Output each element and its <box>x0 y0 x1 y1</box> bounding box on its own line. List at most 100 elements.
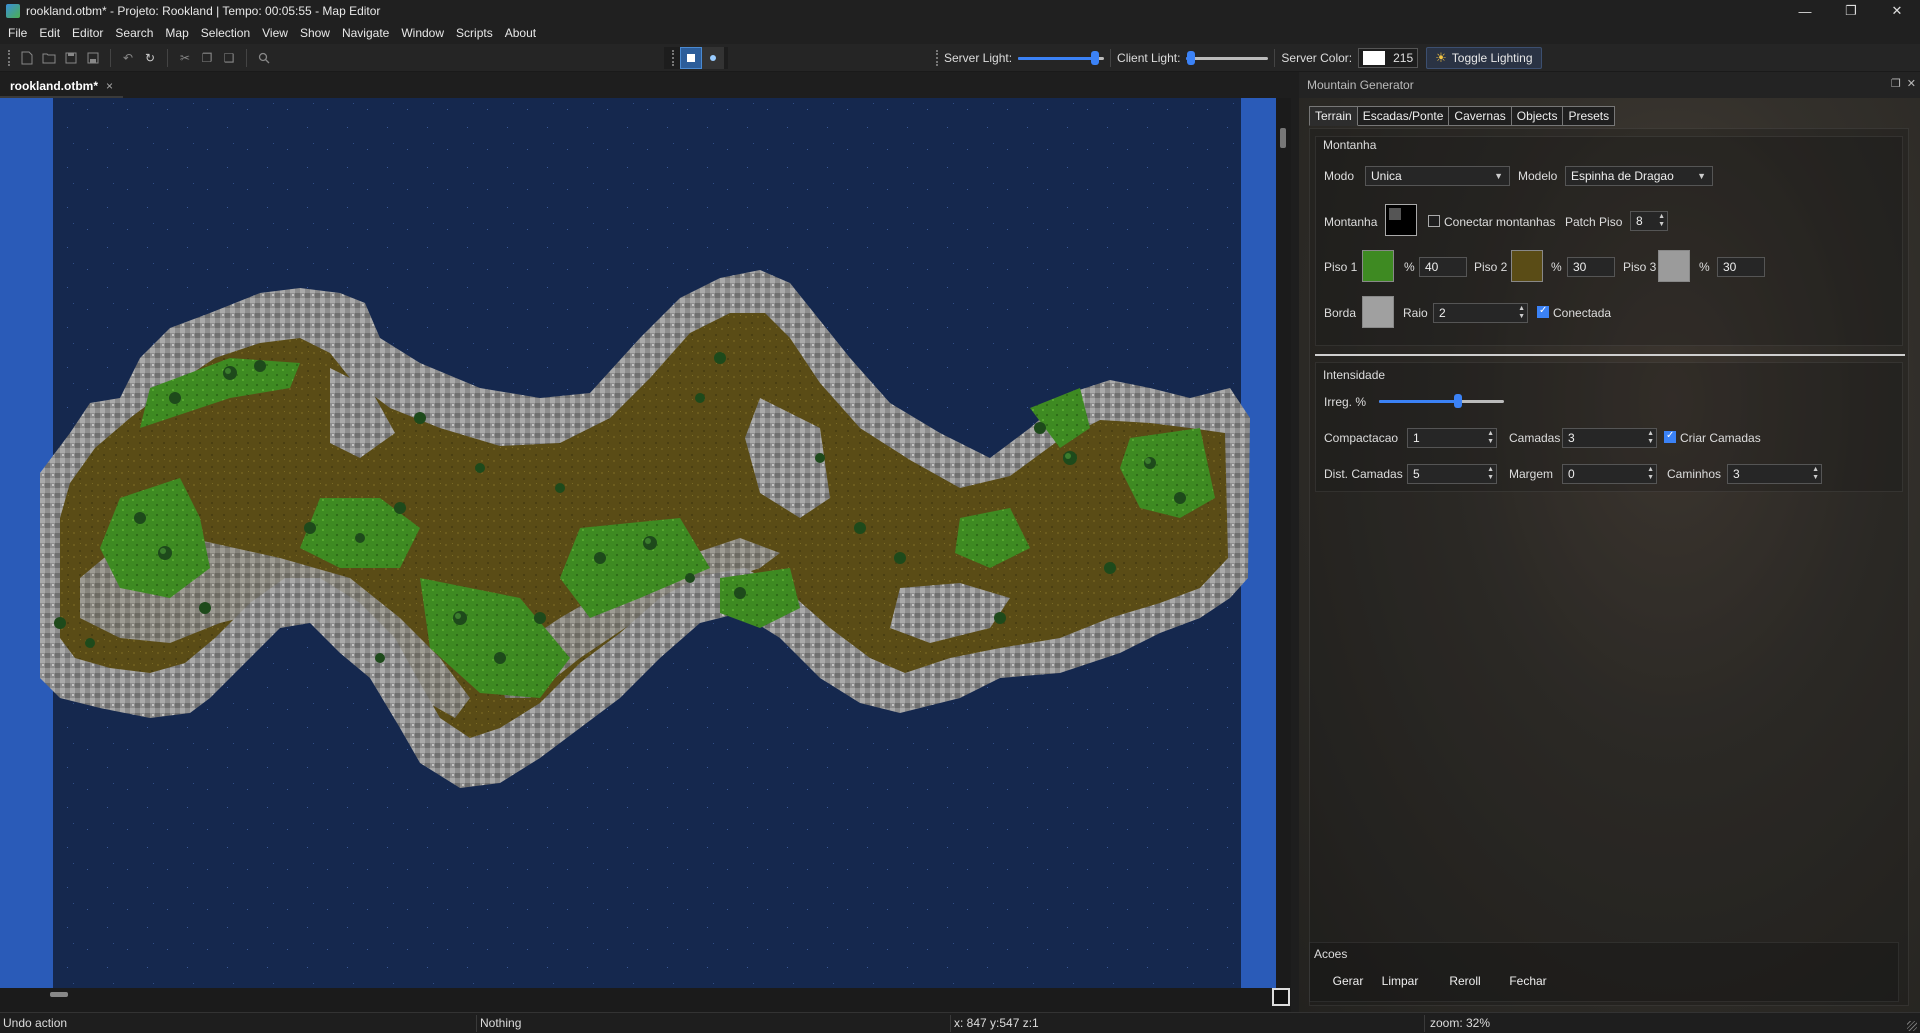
map-view-icon[interactable] <box>680 47 702 69</box>
undo-icon[interactable]: ↶ <box>117 47 139 69</box>
montanha-tile-picker[interactable] <box>1385 204 1417 236</box>
panel-title: Mountain Generator <box>1307 78 1414 92</box>
search-icon[interactable] <box>253 47 275 69</box>
piso1-tile-picker[interactable] <box>1362 250 1394 282</box>
spin-arrows-icon[interactable]: ▲ ▼ <box>1647 430 1654 446</box>
toolbar: ↶ ↻ ✂ ❐ ❑ Server Light: Client Light: Se… <box>0 44 1920 72</box>
compactacao-value: 1 <box>1413 431 1420 445</box>
minimize-icon[interactable]: — <box>1782 0 1828 22</box>
save-all-icon[interactable] <box>82 47 104 69</box>
float-panel-icon[interactable]: ❐ <box>1891 77 1901 90</box>
camadas-spinbox[interactable]: 3 ▲ ▼ <box>1562 428 1657 448</box>
patch-piso-spinbox[interactable]: 8 ▲ ▼ <box>1630 211 1668 231</box>
close-panel-icon[interactable]: ✕ <box>1907 77 1916 90</box>
piso1-pct-input[interactable]: 40 <box>1419 257 1467 277</box>
spin-arrows-icon[interactable]: ▲ ▼ <box>1487 430 1494 446</box>
new-file-icon[interactable] <box>16 47 38 69</box>
fechar-button[interactable]: Fechar <box>1498 969 1558 993</box>
toggle-lighting-button[interactable]: ☀ Toggle Lighting <box>1426 47 1542 69</box>
scrollbar-handle[interactable] <box>50 992 68 997</box>
modelo-value: Espinha de Dragao <box>1571 169 1674 183</box>
menu-scripts[interactable]: Scripts <box>450 22 499 44</box>
borda-label: Borda <box>1324 306 1357 320</box>
server-light-slider[interactable] <box>1018 51 1105 65</box>
menu-view[interactable]: View <box>256 22 294 44</box>
close-icon[interactable]: ✕ <box>1874 0 1920 22</box>
modelo-select[interactable]: Espinha de Dragao ▼ <box>1565 166 1713 186</box>
menu-navigate[interactable]: Navigate <box>336 22 395 44</box>
reroll-button[interactable]: Reroll <box>1436 969 1494 993</box>
menu-window[interactable]: Window <box>395 22 450 44</box>
piso3-pct-input[interactable]: 30 <box>1717 257 1765 277</box>
spin-arrows-icon[interactable]: ▲ ▼ <box>1518 305 1525 321</box>
caminhos-spinbox[interactable]: 3 ▲ ▼ <box>1727 464 1822 484</box>
client-light-slider[interactable] <box>1186 51 1269 65</box>
toolbar-grip[interactable] <box>8 50 12 66</box>
map-vertical-scrollbar[interactable] <box>1276 98 1291 988</box>
piso2-pct-input[interactable]: 30 <box>1567 257 1615 277</box>
menu-file[interactable]: File <box>2 22 33 44</box>
scroll-corner <box>1272 988 1290 1006</box>
borda-tile-picker[interactable] <box>1362 296 1394 328</box>
menu-show[interactable]: Show <box>294 22 336 44</box>
menu-selection[interactable]: Selection <box>195 22 256 44</box>
restore-icon[interactable]: ❐ <box>1828 0 1874 22</box>
irreg-slider[interactable] <box>1379 394 1504 408</box>
menu-search[interactable]: Search <box>109 22 159 44</box>
document-tab-label: rookland.otbm* <box>10 79 99 93</box>
dist-camadas-spinbox[interactable]: 5 ▲ ▼ <box>1407 464 1497 484</box>
cut-icon[interactable]: ✂ <box>174 47 196 69</box>
map-canvas[interactable] <box>0 98 1276 988</box>
file-tools: ↶ ↻ ✂ ❐ ❑ <box>4 47 275 69</box>
close-tab-icon[interactable]: × <box>106 79 113 93</box>
spin-arrows-icon[interactable]: ▲ ▼ <box>1647 466 1654 482</box>
lighting-view-icon[interactable] <box>702 47 724 69</box>
raio-spinbox[interactable]: 2 ▲ ▼ <box>1433 303 1528 323</box>
copy-icon[interactable]: ❐ <box>196 47 218 69</box>
panel-splitter[interactable] <box>1291 72 1299 1012</box>
menu-map[interactable]: Map <box>159 22 194 44</box>
open-folder-icon[interactable] <box>38 47 60 69</box>
spin-arrows-icon[interactable]: ▲ ▼ <box>1812 466 1819 482</box>
piso2-tile-picker[interactable] <box>1511 250 1543 282</box>
tab-escadas-ponte[interactable]: Escadas/Ponte <box>1357 106 1450 126</box>
margem-spinbox[interactable]: 0 ▲ ▼ <box>1562 464 1657 484</box>
toolbar-grip[interactable] <box>936 50 940 66</box>
conectada-checkbox[interactable] <box>1537 305 1549 318</box>
gerar-button[interactable]: Gerar <box>1325 969 1371 993</box>
document-tab[interactable]: rookland.otbm* × <box>0 76 124 98</box>
map-horizontal-scrollbar[interactable] <box>0 988 1276 1002</box>
conectar-montanhas-checkbox[interactable] <box>1428 215 1440 227</box>
menu-editor[interactable]: Editor <box>66 22 109 44</box>
scrollbar-handle[interactable] <box>1280 128 1286 148</box>
menu-edit[interactable]: Edit <box>33 22 66 44</box>
menu-about[interactable]: About <box>499 22 542 44</box>
criar-camadas-checkbox[interactable] <box>1664 430 1676 443</box>
paste-icon[interactable]: ❑ <box>218 47 240 69</box>
tab-presets[interactable]: Presets <box>1563 106 1616 126</box>
piso3-tile-picker[interactable] <box>1658 250 1690 282</box>
piso3-pct-symbol: % <box>1699 260 1710 274</box>
spin-arrows-icon[interactable]: ▲ ▼ <box>1658 213 1665 229</box>
toolbar-grip[interactable] <box>672 50 676 66</box>
tab-terrain[interactable]: Terrain <box>1309 106 1358 126</box>
tab-objects[interactable]: Objects <box>1511 106 1564 126</box>
server-color-picker[interactable]: 215 <box>1358 48 1419 68</box>
limpar-button[interactable]: Limpar <box>1372 969 1428 993</box>
compactacao-spinbox[interactable]: 1 ▲ ▼ <box>1407 428 1497 448</box>
slider-thumb[interactable] <box>1453 394 1462 408</box>
map-rendering <box>0 98 1276 988</box>
resize-grip-icon[interactable] <box>1907 1021 1917 1031</box>
status-action: Undo action <box>3 1016 68 1030</box>
menu-bar: File Edit Editor Search Map Selection Vi… <box>0 22 1920 44</box>
piso1-pct-symbol: % <box>1404 260 1415 274</box>
slider-thumb[interactable] <box>1091 51 1100 65</box>
spin-arrows-icon[interactable]: ▲ ▼ <box>1487 466 1494 482</box>
slider-thumb[interactable] <box>1186 51 1195 65</box>
redo-icon[interactable]: ↻ <box>139 47 161 69</box>
panel-controls: ❐ ✕ <box>1891 77 1916 90</box>
tab-cavernas[interactable]: Cavernas <box>1449 106 1512 126</box>
modo-select[interactable]: Unica ▼ <box>1365 166 1510 186</box>
server-color-swatch[interactable] <box>1363 51 1386 65</box>
save-icon[interactable] <box>60 47 82 69</box>
